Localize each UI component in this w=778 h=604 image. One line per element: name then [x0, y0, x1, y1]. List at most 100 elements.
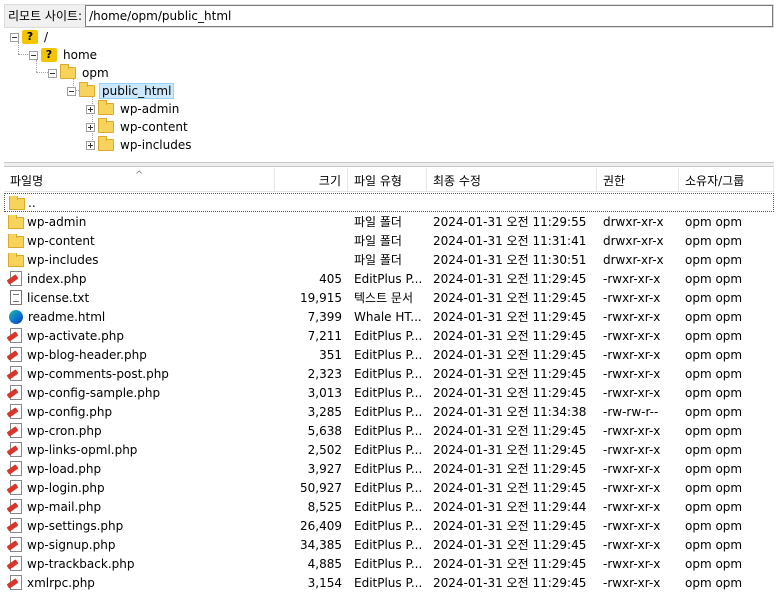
file-modified: 2024-01-31 오전 11:31:41	[433, 234, 587, 248]
file-row[interactable]: xmlrpc.php 3,154 EditPlus P... 2024-01-31 오…	[4, 573, 774, 592]
file-name-cell: wp-includes	[4, 252, 275, 267]
tree-node-wp-content[interactable]: wp-content	[86, 118, 190, 136]
file-row[interactable]: wp-admin 파일 폴더 2024-01-31 오전 11:29:55 drwxr…	[4, 212, 774, 231]
file-owner: opm opm	[685, 404, 743, 419]
remote-site-bar: 리모트 사이트: /home/opm/public_html	[4, 4, 774, 28]
file-row[interactable]: wp-activate.php 7,211 EditPlus P... 2024-01…	[4, 326, 774, 345]
file-row[interactable]: wp-trackback.php 4,885 EditPlus P... 2024-0…	[4, 554, 774, 573]
file-permissions: -rwxr-xr-x	[603, 575, 661, 590]
php-file-icon	[10, 328, 22, 343]
file-type: 파일 폴더	[354, 215, 402, 229]
file-row[interactable]: wp-settings.php 26,409 EditPlus P... 2024-0…	[4, 516, 774, 535]
column-header-type[interactable]: 파일 유형	[348, 168, 427, 192]
file-name-cell: wp-cron.php	[4, 423, 275, 438]
column-header-permissions[interactable]: 권한	[597, 168, 679, 192]
tree-node-label-selected: public_html	[99, 83, 175, 99]
tree-node-public-html[interactable]: public_html	[67, 82, 175, 100]
file-row[interactable]: wp-load.php 3,927 EditPlus P... 2024-01-31 …	[4, 459, 774, 478]
expand-icon[interactable]	[86, 140, 95, 150]
tree-node-home[interactable]: ? home	[29, 46, 99, 64]
file-permissions: -rwxr-xr-x	[603, 328, 661, 343]
file-permissions: -rw-rw-r--	[603, 404, 659, 419]
file-owner: opm opm	[685, 252, 743, 267]
file-row[interactable]: wp-comments-post.php 2,323 EditPlus P... 20…	[4, 364, 774, 383]
folder-icon	[8, 252, 24, 267]
file-row[interactable]: wp-links-opml.php 2,502 EditPlus P... 2024-…	[4, 440, 774, 459]
collapse-icon[interactable]	[67, 86, 76, 96]
column-header-modified[interactable]: 최종 수정	[427, 168, 597, 192]
file-size: 7,399	[307, 309, 342, 324]
folder-icon	[98, 118, 114, 133]
folder-icon	[8, 214, 24, 229]
collapse-icon[interactable]	[48, 68, 57, 78]
file-modified: 2024-01-31 오전 11:29:45	[433, 310, 587, 324]
file-permissions: drwxr-xr-x	[603, 252, 664, 267]
file-size: 2,323	[307, 366, 342, 381]
file-row[interactable]: wp-includes 파일 폴더 2024-01-31 오전 11:30:51 dr…	[4, 250, 774, 269]
file-row[interactable]: wp-login.php 50,927 EditPlus P... 2024-01-3…	[4, 478, 774, 497]
file-owner: opm opm	[685, 233, 743, 248]
remote-site-label: 리모트 사이트:	[8, 9, 83, 23]
html-file-icon	[9, 309, 23, 324]
folder-icon	[60, 64, 76, 79]
file-owner: opm opm	[685, 575, 743, 590]
remote-path-input[interactable]: /home/opm/public_html	[85, 5, 773, 27]
file-name-cell: wp-login.php	[4, 480, 275, 495]
file-row[interactable]: license.txt 19,915 텍스트 문서 2024-01-31 오전 11:…	[4, 288, 774, 307]
expand-icon[interactable]	[86, 122, 95, 132]
file-row[interactable]: wp-config.php 3,285 EditPlus P... 2024-01-3…	[4, 402, 774, 421]
file-row[interactable]: wp-mail.php 8,525 EditPlus P... 2024-01-31 …	[4, 497, 774, 516]
file-name-cell: wp-config.php	[4, 404, 275, 419]
php-file-icon	[10, 537, 22, 552]
file-row[interactable]: wp-config-sample.php 3,013 EditPlus P... 20…	[4, 383, 774, 402]
file-permissions: -rwxr-xr-x	[603, 347, 661, 362]
pane-splitter[interactable]	[4, 162, 774, 167]
file-row[interactable]: readme.html 7,399 Whale HT... 2024-01-31 오전…	[4, 307, 774, 326]
tree-node-label: wp-includes	[120, 138, 192, 152]
file-size: 351	[319, 347, 342, 362]
column-header-owner[interactable]: 소유자/그룹	[679, 168, 774, 192]
php-file-icon	[10, 404, 22, 419]
tree-node-wp-admin[interactable]: wp-admin	[86, 100, 181, 118]
file-name-cell: wp-content	[4, 233, 275, 248]
tree-node-opm[interactable]: opm	[48, 64, 111, 82]
file-name: wp-config.php	[27, 404, 113, 419]
parent-directory-row[interactable]: ..	[4, 193, 774, 212]
column-header-label: 파일명	[10, 174, 44, 188]
column-header-name[interactable]: 파일명 ^	[4, 168, 275, 192]
tree-node-root[interactable]: ? /	[10, 28, 50, 46]
file-type: EditPlus P...	[354, 385, 423, 400]
file-row[interactable]: wp-blog-header.php 351 EditPlus P... 2024-0…	[4, 345, 774, 364]
file-owner: opm opm	[685, 328, 743, 343]
file-modified: 2024-01-31 오전 11:29:45	[433, 291, 587, 305]
file-name: wp-cron.php	[27, 423, 102, 438]
file-name-cell: wp-links-opml.php	[4, 442, 275, 457]
collapse-icon[interactable]	[29, 50, 38, 60]
file-name: wp-admin	[27, 214, 87, 229]
file-permissions: -rwxr-xr-x	[603, 461, 661, 476]
file-name-cell: wp-trackback.php	[4, 556, 275, 571]
tree-node-wp-includes[interactable]: wp-includes	[86, 136, 194, 154]
file-name: ..	[28, 195, 36, 210]
file-modified: 2024-01-31 오전 11:29:45	[433, 519, 587, 533]
file-permissions: -rwxr-xr-x	[603, 385, 661, 400]
sort-ascending-icon: ^	[135, 170, 144, 181]
column-header-size[interactable]: 크기	[275, 168, 348, 192]
file-name: license.txt	[27, 290, 90, 305]
file-permissions: -rwxr-xr-x	[603, 442, 661, 457]
collapse-icon[interactable]	[10, 32, 19, 42]
expand-icon[interactable]	[86, 104, 95, 114]
tree-node-label: opm	[82, 66, 109, 80]
file-size: 50,927	[300, 480, 342, 495]
file-row[interactable]: index.php 405 EditPlus P... 2024-01-31 오전 1…	[4, 269, 774, 288]
file-type: EditPlus P...	[354, 423, 423, 438]
file-row[interactable]: wp-cron.php 5,638 EditPlus P... 2024-01-31 …	[4, 421, 774, 440]
file-row[interactable]: wp-content 파일 폴더 2024-01-31 오전 11:31:41 drw…	[4, 231, 774, 250]
file-permissions: -rwxr-xr-x	[603, 480, 661, 495]
file-row[interactable]: wp-signup.php 34,385 EditPlus P... 2024-01-…	[4, 535, 774, 554]
file-name-cell: wp-load.php	[4, 461, 275, 476]
file-permissions: -rwxr-xr-x	[603, 556, 661, 571]
file-name: wp-config-sample.php	[27, 385, 161, 400]
file-name-cell: xmlrpc.php	[4, 575, 275, 590]
file-size: 19,915	[300, 290, 342, 305]
